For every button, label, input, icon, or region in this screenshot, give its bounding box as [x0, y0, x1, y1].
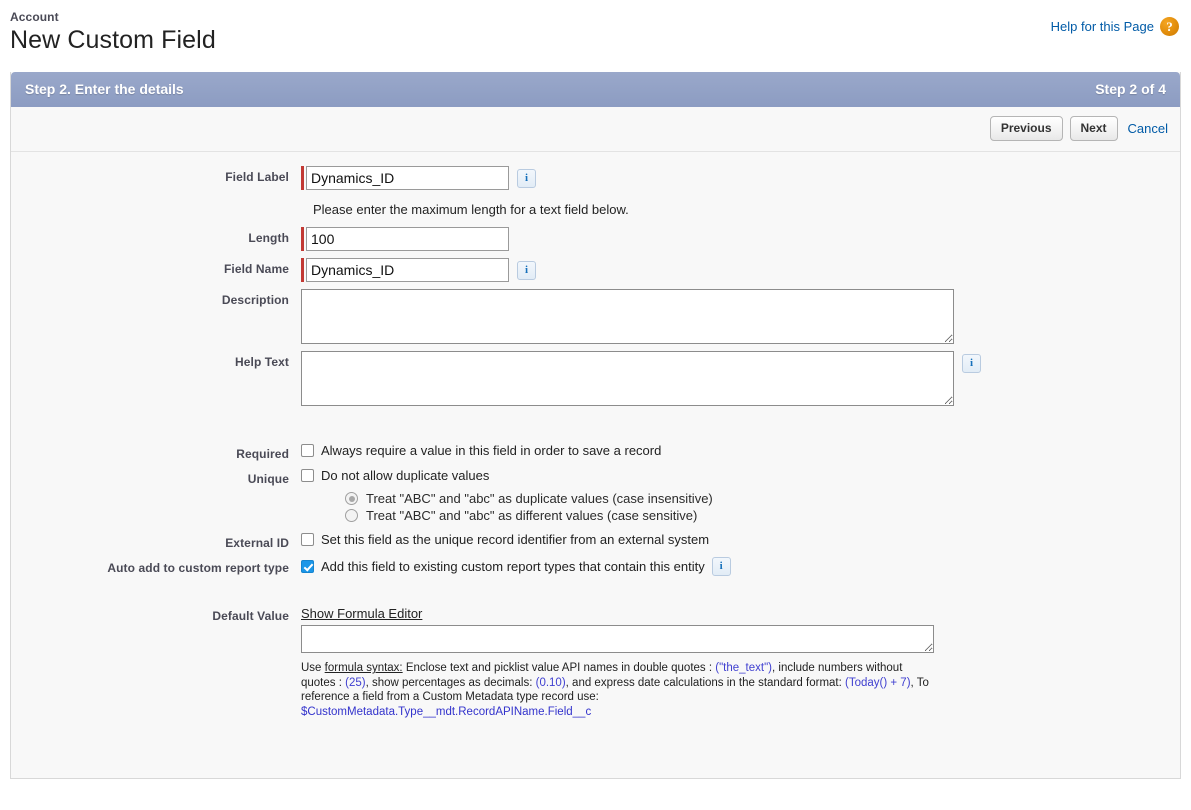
default-value-textarea[interactable]	[301, 625, 934, 653]
row-external-id: External ID Set this field as the unique…	[11, 532, 1180, 550]
formula-syntax-help: Use formula syntax: Enclose text and pic…	[301, 661, 933, 719]
info-icon[interactable]: i	[711, 557, 731, 576]
syntax-code-5: $CustomMetadata.Type__mdt.RecordAPIName.…	[301, 705, 592, 718]
length-control	[301, 227, 509, 251]
next-button[interactable]: Next	[1069, 116, 1118, 141]
help-text-label: Help Text	[234, 355, 289, 369]
description-control	[301, 289, 954, 344]
default-value-label: Default Value	[212, 609, 289, 623]
page-header: Account New Custom Field Help for this P…	[0, 0, 1191, 72]
cancel-link[interactable]: Cancel	[1128, 121, 1168, 136]
length-required-wrap	[301, 227, 509, 251]
row-description: Description	[11, 289, 1180, 344]
formula-syntax-link[interactable]: formula syntax:	[325, 662, 403, 674]
field-name-label: Field Name	[223, 262, 289, 276]
radio-row-case-sensitive[interactable]: Treat "ABC" and "abc" as different value…	[345, 508, 713, 523]
unique-checkbox-text: Do not allow duplicate values	[321, 468, 490, 483]
row-length: Length	[11, 227, 1180, 251]
question-mark-icon[interactable]: ?	[1160, 17, 1179, 36]
case-sensitivity-radio-group: Treat "ABC" and "abc" as duplicate value…	[345, 491, 713, 523]
syntax-part4: , and express date calculations in the s…	[565, 676, 846, 689]
field-name-input[interactable]	[306, 258, 509, 282]
external-id-checkbox-text: Set this field as the unique record iden…	[321, 532, 710, 547]
row-help-text: Help Text i	[11, 351, 1180, 406]
radio-case-insensitive[interactable]	[345, 492, 358, 505]
row-required: Required Always require a value in this …	[11, 443, 1180, 461]
unique-checkbox[interactable]	[301, 469, 314, 482]
length-hint-text: Please enter the maximum length for a te…	[313, 202, 629, 217]
wizard-card: Step 2. Enter the details Step 2 of 4 Pr…	[10, 72, 1181, 779]
row-field-label: Field Label i	[11, 166, 1180, 190]
help-for-this-page[interactable]: Help for this Page ?	[1051, 17, 1179, 36]
field-label-label: Field Label	[225, 170, 289, 184]
required-control[interactable]: Always require a value in this field in …	[301, 443, 661, 458]
field-label-required-wrap	[301, 166, 509, 190]
form-body: Field Label i Please enter the maximum l…	[11, 152, 1180, 778]
field-name-required-wrap	[301, 258, 509, 282]
unique-checkbox-row[interactable]: Do not allow duplicate values	[301, 468, 713, 483]
show-formula-editor-link[interactable]: Show Formula Editor	[301, 606, 422, 621]
auto-add-report-type-checkbox[interactable]	[301, 560, 314, 573]
help-link[interactable]: Help for this Page	[1051, 19, 1154, 34]
external-id-control[interactable]: Set this field as the unique record iden…	[301, 532, 709, 547]
description-textarea[interactable]	[301, 289, 954, 344]
radio-case-sensitive[interactable]	[345, 509, 358, 522]
row-unique: Unique Do not allow duplicate values Tre…	[11, 468, 1180, 525]
field-label-control: i	[301, 166, 536, 190]
unique-label: Unique	[247, 472, 289, 486]
info-icon[interactable]: i	[517, 169, 536, 188]
breadcrumb-object-name: Account	[10, 10, 59, 24]
info-icon[interactable]: i	[962, 354, 981, 373]
required-checkbox-text: Always require a value in this field in …	[321, 443, 662, 458]
help-text-textarea[interactable]	[301, 351, 954, 406]
row-field-name: Field Name i	[11, 258, 1180, 282]
required-marker	[301, 166, 304, 190]
radio-case-sensitive-label: Treat "ABC" and "abc" as different value…	[366, 508, 698, 523]
step-counter: Step 2 of 4	[1095, 81, 1166, 97]
syntax-prefix: Use	[301, 662, 325, 674]
previous-button[interactable]: Previous	[989, 116, 1063, 141]
syntax-code-3: (0.10)	[535, 676, 566, 689]
help-text-control: i	[301, 351, 981, 406]
action-button-bar: Previous Next Cancel	[11, 107, 1180, 152]
auto-add-report-type-control[interactable]: Add this field to existing custom report…	[301, 557, 731, 576]
syntax-part3: , show percentages as decimals:	[365, 676, 536, 689]
syntax-code-4: (Today() + 7)	[845, 676, 911, 689]
info-icon[interactable]: i	[517, 261, 536, 280]
required-marker	[301, 258, 304, 282]
default-value-control: Show Formula Editor Use formula syntax: …	[301, 605, 934, 719]
length-input[interactable]	[306, 227, 509, 251]
field-name-control: i	[301, 258, 536, 282]
auto-add-report-type-label: Auto add to custom report type	[107, 561, 289, 575]
auto-add-report-type-text: Add this field to existing custom report…	[321, 559, 705, 574]
step-title: Step 2. Enter the details	[25, 81, 184, 97]
step-banner: Step 2. Enter the details Step 2 of 4	[11, 72, 1180, 107]
syntax-code-2: (25)	[345, 676, 366, 689]
external-id-checkbox[interactable]	[301, 533, 314, 546]
default-value-textarea-wrap	[301, 625, 934, 658]
length-label: Length	[248, 231, 289, 245]
row-default-value: Default Value Show Formula Editor Use fo…	[11, 605, 1180, 719]
radio-case-insensitive-label: Treat "ABC" and "abc" as duplicate value…	[366, 491, 713, 506]
row-auto-add-report-type: Auto add to custom report type Add this …	[11, 557, 1180, 576]
external-id-label: External ID	[225, 536, 289, 550]
description-label: Description	[221, 293, 289, 307]
required-marker	[301, 227, 304, 251]
required-checkbox[interactable]	[301, 444, 314, 457]
required-label: Required	[236, 447, 289, 461]
syntax-part1: Enclose text and picklist value API name…	[402, 662, 716, 674]
page-title: New Custom Field	[10, 26, 216, 54]
unique-control: Do not allow duplicate values Treat "ABC…	[301, 468, 713, 525]
field-label-input[interactable]	[306, 166, 509, 190]
radio-row-case-insensitive[interactable]: Treat "ABC" and "abc" as duplicate value…	[345, 491, 713, 506]
syntax-code-1: ("the_text")	[715, 662, 772, 674]
